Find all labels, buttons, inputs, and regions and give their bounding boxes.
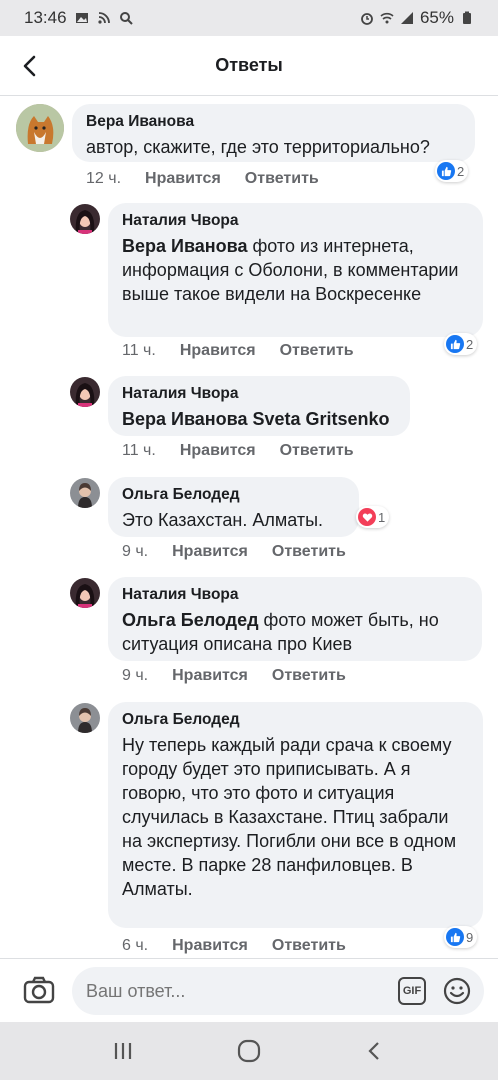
- woman-avatar-image: [70, 204, 100, 234]
- mention-link[interactable]: Вера Иванова Sveta Gritsenko: [122, 409, 390, 429]
- comment-author[interactable]: Наталия Чвора: [122, 586, 468, 604]
- reply-button[interactable]: Ответить: [280, 342, 354, 360]
- avatar[interactable]: [16, 104, 64, 152]
- camera-icon[interactable]: [22, 974, 56, 1008]
- like-reaction-icon: [446, 335, 464, 353]
- comment-text: Ну теперь каждый ради срача к своему гор…: [122, 735, 457, 899]
- recent-apps-button[interactable]: [103, 1031, 143, 1071]
- back-nav-button[interactable]: [355, 1031, 395, 1071]
- emoji-icon[interactable]: [442, 976, 472, 1006]
- comment-time[interactable]: 12 ч.: [86, 170, 121, 188]
- mention-link[interactable]: Ольга Белодед: [122, 610, 259, 630]
- status-left: 13:46: [24, 8, 133, 28]
- comment-text: Это Казахстан. Алматы.: [122, 510, 324, 530]
- comment-time[interactable]: 11 ч.: [122, 442, 156, 460]
- comment-actions: 12 ч. Нравится Ответить: [86, 170, 319, 188]
- reaction-count-text: 2: [466, 336, 474, 352]
- avatar[interactable]: [70, 578, 100, 608]
- comment-author[interactable]: Наталия Чвора: [122, 385, 396, 403]
- avatar[interactable]: [70, 377, 100, 407]
- comment-author[interactable]: Наталия Чвора: [122, 212, 469, 230]
- comment-text: Ольга Белодед фото может быть, но ситуац…: [122, 608, 468, 656]
- comment-text: Вера Иванова фото из интернета, информац…: [122, 234, 469, 306]
- home-icon: [237, 1039, 261, 1063]
- comment-actions: 11 ч. Нравится Ответить: [122, 342, 354, 360]
- reply-button[interactable]: Ответить: [280, 442, 354, 460]
- comment-author[interactable]: Ольга Белодед: [122, 486, 345, 504]
- comment-time[interactable]: 6 ч.: [122, 937, 148, 955]
- back-arrow-icon: [23, 55, 36, 77]
- status-bar: 13:46 65%: [0, 0, 498, 36]
- reply-bar: GIF: [0, 958, 498, 1022]
- comment-bubble[interactable]: Наталия Чвора Ольга Белодед фото может б…: [108, 577, 482, 661]
- reaction-count-text: 1: [378, 509, 386, 525]
- comment-bubble[interactable]: Наталия Чвора Вера Иванова фото из интер…: [108, 203, 483, 337]
- home-button[interactable]: [229, 1031, 269, 1071]
- comment-author[interactable]: Вера Иванова: [86, 113, 461, 131]
- comment-bubble[interactable]: Ольга Белодед Это Казахстан. Алматы.: [108, 477, 359, 537]
- system-nav-bar: [0, 1022, 498, 1080]
- reaction-count[interactable]: 2: [435, 160, 469, 182]
- comment-author[interactable]: Ольга Белодед: [122, 711, 469, 729]
- like-button[interactable]: Нравится: [172, 667, 248, 685]
- avatar[interactable]: [70, 204, 100, 234]
- reaction-count[interactable]: 9: [444, 926, 478, 948]
- comment-thread: Вера Иванова автор, скажите, где это тер…: [0, 96, 498, 958]
- rss-icon: [97, 12, 110, 24]
- page-title: Ответы: [215, 55, 283, 75]
- like-button[interactable]: Нравится: [172, 543, 248, 561]
- comment-actions: 6 ч. Нравится Ответить: [122, 937, 346, 955]
- like-button[interactable]: Нравится: [180, 442, 256, 460]
- reply-button[interactable]: Ответить: [272, 937, 346, 955]
- love-reaction-icon: [358, 508, 376, 526]
- status-right: 65%: [360, 8, 474, 28]
- reaction-count-text: 2: [457, 163, 465, 179]
- comment-time[interactable]: 9 ч.: [122, 667, 148, 685]
- like-reaction-icon: [446, 928, 464, 946]
- comment-text: автор, скажите, где это территориально?: [86, 137, 430, 157]
- reaction-count[interactable]: 2: [444, 333, 478, 355]
- comment-bubble[interactable]: Ольга Белодед Ну теперь каждый ради срач…: [108, 702, 483, 928]
- comment-actions: 9 ч. Нравится Ответить: [122, 543, 346, 561]
- header: Ответы: [0, 36, 498, 96]
- battery-icon: [463, 11, 471, 24]
- comment-actions: 9 ч. Нравится Ответить: [122, 667, 346, 685]
- back-button[interactable]: [12, 48, 48, 84]
- comment-bubble[interactable]: Наталия Чвора Вера Иванова Sveta Gritsen…: [108, 376, 410, 436]
- dog-avatar-image: [16, 104, 64, 152]
- signal-icon: [400, 12, 413, 24]
- like-reaction-icon: [437, 162, 455, 180]
- comment-time[interactable]: 9 ч.: [122, 543, 148, 561]
- gallery-icon: [75, 13, 88, 23]
- status-time: 13:46: [24, 8, 67, 27]
- reaction-count-text: 9: [466, 929, 474, 945]
- gif-button[interactable]: GIF: [398, 977, 426, 1005]
- back-nav-icon: [368, 1042, 379, 1060]
- woman-avatar-image: [70, 703, 100, 733]
- woman-avatar-image: [70, 578, 100, 608]
- search-status-icon: [119, 12, 133, 25]
- recent-apps-icon: [114, 1043, 132, 1059]
- avatar[interactable]: [70, 703, 100, 733]
- like-button[interactable]: Нравится: [180, 342, 256, 360]
- comment-bubble[interactable]: Вера Иванова автор, скажите, где это тер…: [72, 104, 475, 162]
- reply-button[interactable]: Ответить: [272, 543, 346, 561]
- like-button[interactable]: Нравится: [172, 937, 248, 955]
- battery-percent: 65%: [419, 8, 454, 27]
- avatar[interactable]: [70, 478, 100, 508]
- mention-link[interactable]: Вера Иванова: [122, 236, 248, 256]
- reaction-count[interactable]: 1: [356, 506, 390, 528]
- comment-text: Вера Иванова Sveta Gritsenko: [122, 407, 396, 431]
- reply-button[interactable]: Ответить: [272, 667, 346, 685]
- woman-avatar-image: [70, 377, 100, 407]
- woman-avatar-image: [70, 478, 100, 508]
- comment-time[interactable]: 11 ч.: [122, 342, 156, 360]
- alarm-icon: [361, 13, 373, 25]
- comment-actions: 11 ч. Нравится Ответить: [122, 442, 354, 460]
- reply-button[interactable]: Ответить: [245, 170, 319, 188]
- wifi-icon: [380, 12, 394, 24]
- like-button[interactable]: Нравится: [145, 170, 221, 188]
